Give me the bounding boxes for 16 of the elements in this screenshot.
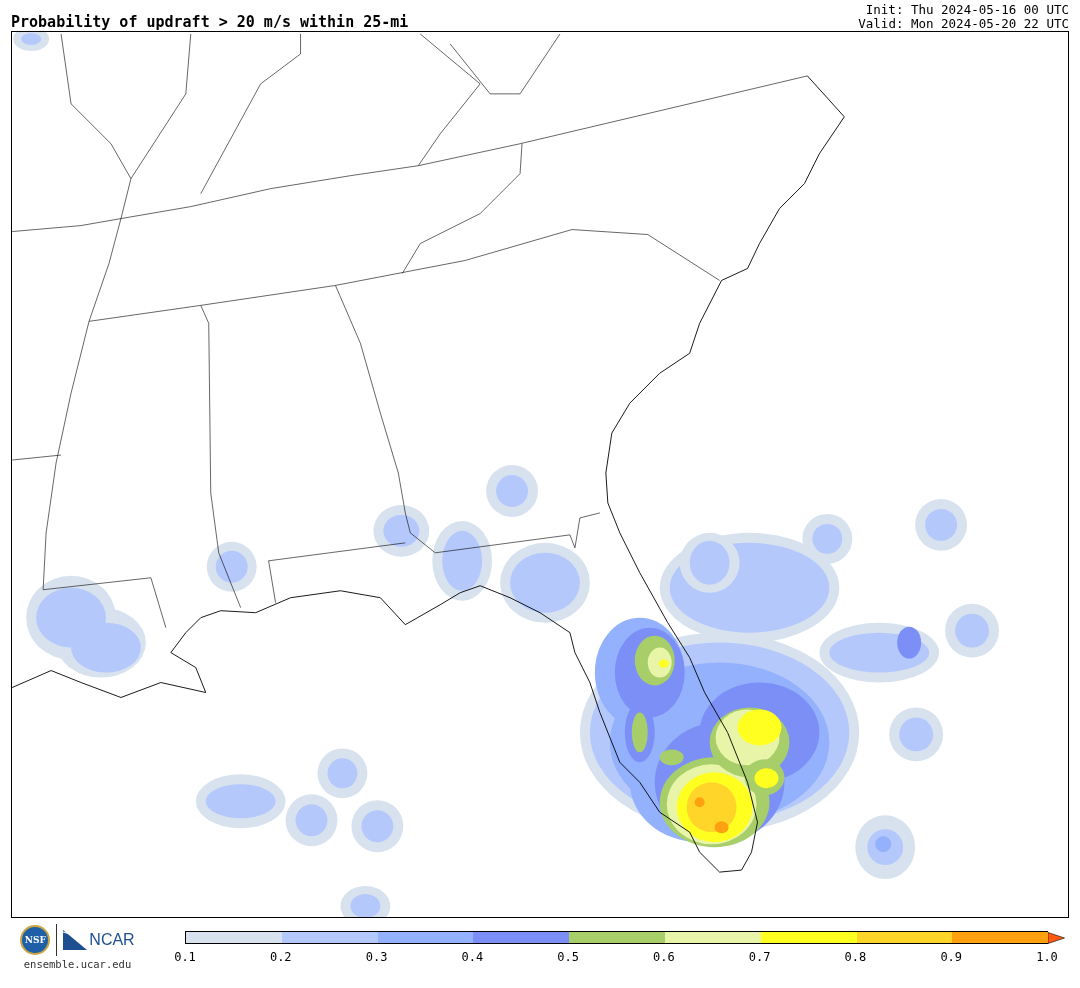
colorbar-tick-label: 0.9 (940, 950, 963, 964)
nsf-logo: NSF (20, 925, 51, 955)
chart-title: Probability of updraft > 20 m/s within 25-mi (11, 13, 409, 31)
valid-time: Valid: Mon 2024-05-20 22 UTC (858, 17, 1069, 31)
colorbar-tick-label: 0.4 (461, 950, 484, 964)
website-url: ensemble.ucar.edu (23, 958, 132, 970)
colorbar-tick-label: 0.5 (557, 950, 579, 964)
colorbar-tick-label: 0.8 (844, 950, 867, 964)
colorbar-tick-label: 0.6 (653, 950, 675, 964)
colorbar-tick-label: 0.3 (365, 950, 388, 964)
colorbar-tick-label: 0.1 (174, 950, 196, 964)
init-time: Init: Thu 2024-05-16 00 UTC (864, 3, 1069, 17)
colorbar-tick-label: 1.0 (1036, 950, 1058, 964)
colorbar-tick-label: 0.7 (748, 950, 771, 964)
colorbar-tick-label: 0.2 (269, 950, 292, 964)
ncar-logo-text: NCAR (89, 931, 135, 949)
